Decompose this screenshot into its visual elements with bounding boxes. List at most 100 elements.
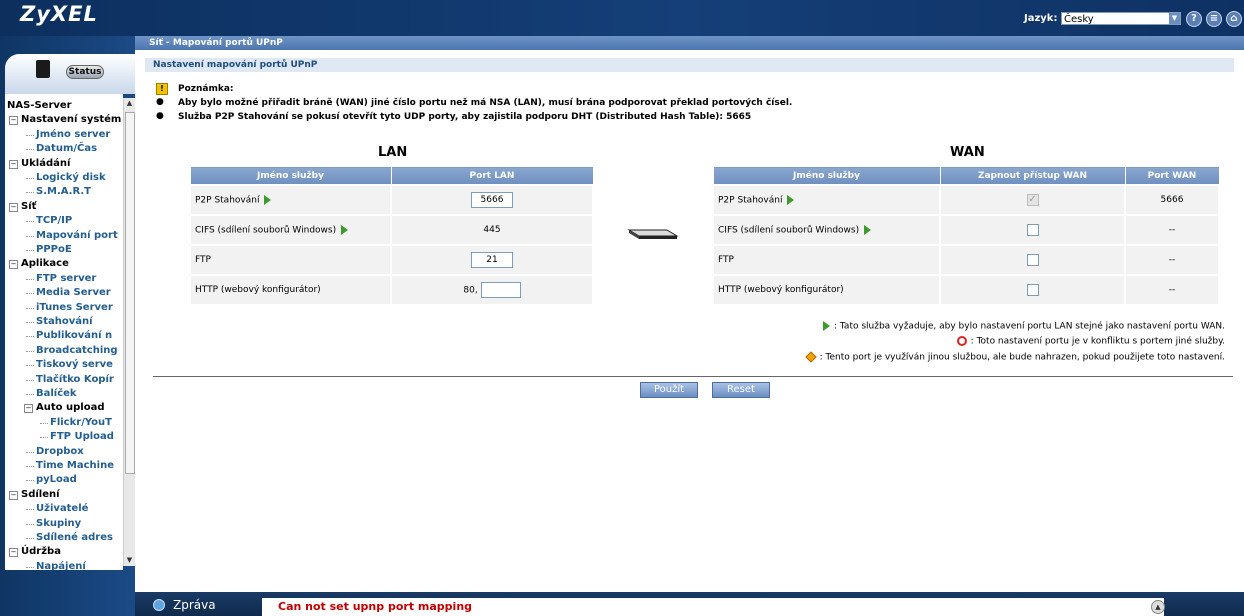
sidebar-item[interactable]: Logický disk: [36, 172, 106, 183]
sidebar-item[interactable]: FTP server: [36, 273, 96, 284]
sidebar-item[interactable]: Sdílení: [21, 489, 60, 500]
breadcrumb: Síť - Mapování portů UPnP: [135, 36, 1244, 50]
apply-button[interactable]: Použít: [640, 382, 698, 398]
lan-port-http-input[interactable]: [480, 282, 521, 298]
nas-device-icon: [36, 60, 50, 78]
sidebar-item[interactable]: NAS-Server: [7, 100, 72, 111]
expand-up-icon[interactable]: ▲: [1151, 600, 1165, 614]
wan-enable-cifs-checkbox[interactable]: [1026, 224, 1039, 236]
lan-title: LAN: [378, 145, 408, 160]
wan-enable-http-checkbox[interactable]: [1026, 284, 1039, 296]
document-icon[interactable]: ≡: [1206, 11, 1222, 27]
table-row: FTP --: [712, 244, 1220, 276]
sidebar-item[interactable]: Uživatelé: [36, 503, 88, 514]
tree-collapse-icon[interactable]: −: [9, 159, 18, 169]
sidebar-item[interactable]: Ukládání: [21, 158, 70, 169]
lan-port-cifs: 445: [390, 214, 594, 246]
sidebar-item[interactable]: Time Machine: [36, 460, 114, 471]
sidebar-item[interactable]: Sdílené adres: [36, 532, 113, 543]
tree-connector: [26, 365, 34, 367]
tree-collapse-icon[interactable]: −: [9, 548, 18, 558]
table-row: CIFS (sdílení souborů Windows) 445: [189, 214, 594, 246]
bullet-icon: ●: [156, 97, 164, 107]
scroll-down-icon[interactable]: ▼: [124, 555, 135, 566]
reset-button[interactable]: Reset: [712, 382, 770, 398]
tree-connector: [26, 221, 34, 223]
sidebar-item[interactable]: Skupiny: [36, 518, 81, 529]
wan-table: Jméno služby Zapnout přístup WAN Port WA…: [712, 166, 1220, 306]
lan-header-port: Port LAN: [390, 166, 594, 186]
sidebar-item[interactable]: pyLoad: [36, 474, 77, 485]
wan-title: WAN: [950, 145, 985, 160]
sidebar-item[interactable]: Publikování n: [36, 330, 112, 341]
sidebar-item[interactable]: Flickr/YouT: [50, 417, 112, 428]
tree-collapse-icon[interactable]: −: [9, 116, 18, 126]
tree-collapse-icon[interactable]: −: [9, 490, 18, 500]
sidebar-item[interactable]: Síť: [21, 201, 36, 212]
green-arrow-icon: [864, 224, 872, 235]
sidebar-item[interactable]: iTunes Server: [36, 302, 113, 313]
sidebar-item[interactable]: Mapování port: [36, 230, 118, 241]
lan-port-ftp-input[interactable]: 21: [471, 252, 513, 268]
tree-connector: [26, 480, 34, 482]
scroll-up-icon[interactable]: ▲: [124, 98, 135, 109]
tree-connector: [26, 149, 34, 151]
wan-port-http: --: [1124, 274, 1220, 306]
sidebar-item[interactable]: FTP Upload: [50, 431, 114, 442]
table-row: P2P Stahování 5666: [189, 184, 594, 216]
lan-service-http: HTTP (webový konfigurátor): [189, 274, 392, 306]
tree-connector: [40, 437, 48, 439]
sidebar-item[interactable]: Broadcatching: [36, 345, 118, 356]
table-row: CIFS (sdílení souborů Windows) --: [712, 214, 1220, 246]
status-button[interactable]: Status: [66, 65, 104, 79]
top-header: ZyXEL Jazyk: Česky ▼ ? ≡ ⌂: [0, 0, 1244, 36]
legend-sync: : Tato služba vyžaduje, aby bylo nastave…: [823, 321, 1225, 332]
tree-connector: [26, 538, 34, 539]
wan-enable-ftp-checkbox[interactable]: [1026, 254, 1039, 266]
table-row: P2P Stahování ✓ 5666: [712, 184, 1220, 216]
table-row: HTTP (webový konfigurátor) 80,: [189, 274, 594, 306]
sidebar-item[interactable]: Stahování: [36, 316, 93, 327]
sidebar-item[interactable]: Dropbox: [36, 446, 84, 457]
tree-connector: [26, 235, 34, 237]
sidebar-item[interactable]: Auto upload: [36, 402, 104, 413]
language-selected-value: Česky: [1064, 14, 1094, 25]
sidebar-item[interactable]: Jméno server: [36, 129, 110, 140]
tree-connector: [26, 336, 34, 338]
sidebar-item[interactable]: S.M.A.R.T: [36, 186, 91, 197]
sidebar-item[interactable]: Tiskový serve: [36, 359, 113, 370]
lan-port-p2p-input[interactable]: 5666: [471, 192, 513, 208]
tree-collapse-icon[interactable]: −: [9, 260, 18, 270]
section-title: Nastavení mapování portů UPnP: [145, 58, 1234, 72]
tree-connector: [26, 250, 34, 251]
sidebar-item[interactable]: Údržba: [21, 546, 61, 557]
question-icon[interactable]: ?: [1186, 11, 1202, 27]
tree-collapse-icon[interactable]: −: [9, 202, 18, 212]
sidebar-item[interactable]: Tlačítko Kopír: [36, 374, 114, 385]
wan-enable-p2p-checkbox[interactable]: ✓: [1026, 194, 1039, 206]
tree-connector: [26, 293, 34, 295]
main-content: Síť - Mapování portů UPnP Nastavení mapo…: [135, 36, 1244, 592]
language-select[interactable]: Česky ▼: [1061, 12, 1181, 25]
tree-collapse-icon[interactable]: −: [24, 404, 33, 414]
sidebar-scrollbar[interactable]: ▲ ▼: [123, 98, 135, 566]
tree-connector: [26, 178, 34, 179]
sidebar-item[interactable]: Balíček: [36, 388, 77, 399]
sidebar-item[interactable]: TCP/IP: [36, 215, 72, 226]
sidebar-item[interactable]: Nastavení systém: [21, 114, 121, 125]
note-warning-icon: !: [156, 83, 168, 95]
sidebar-item[interactable]: Napájení: [36, 561, 86, 570]
divider: [153, 376, 1233, 377]
scrollbar-thumb[interactable]: [125, 112, 135, 474]
tree-connector: [26, 350, 34, 352]
sidebar-item[interactable]: Media Server: [36, 287, 111, 298]
sidebar-item[interactable]: Datum/Čas: [36, 143, 97, 154]
home-icon[interactable]: ⌂: [1226, 11, 1242, 27]
conflict-icon: [956, 336, 967, 346]
wan-header-service: Jméno služby: [712, 166, 941, 186]
lan-service-p2p: P2P Stahování: [189, 184, 392, 216]
wan-header-port: Port WAN: [1124, 166, 1220, 186]
sidebar-item[interactable]: Aplikace: [21, 258, 69, 269]
sidebar-item[interactable]: PPPoE: [36, 244, 72, 255]
table-row: FTP 21: [189, 244, 594, 276]
